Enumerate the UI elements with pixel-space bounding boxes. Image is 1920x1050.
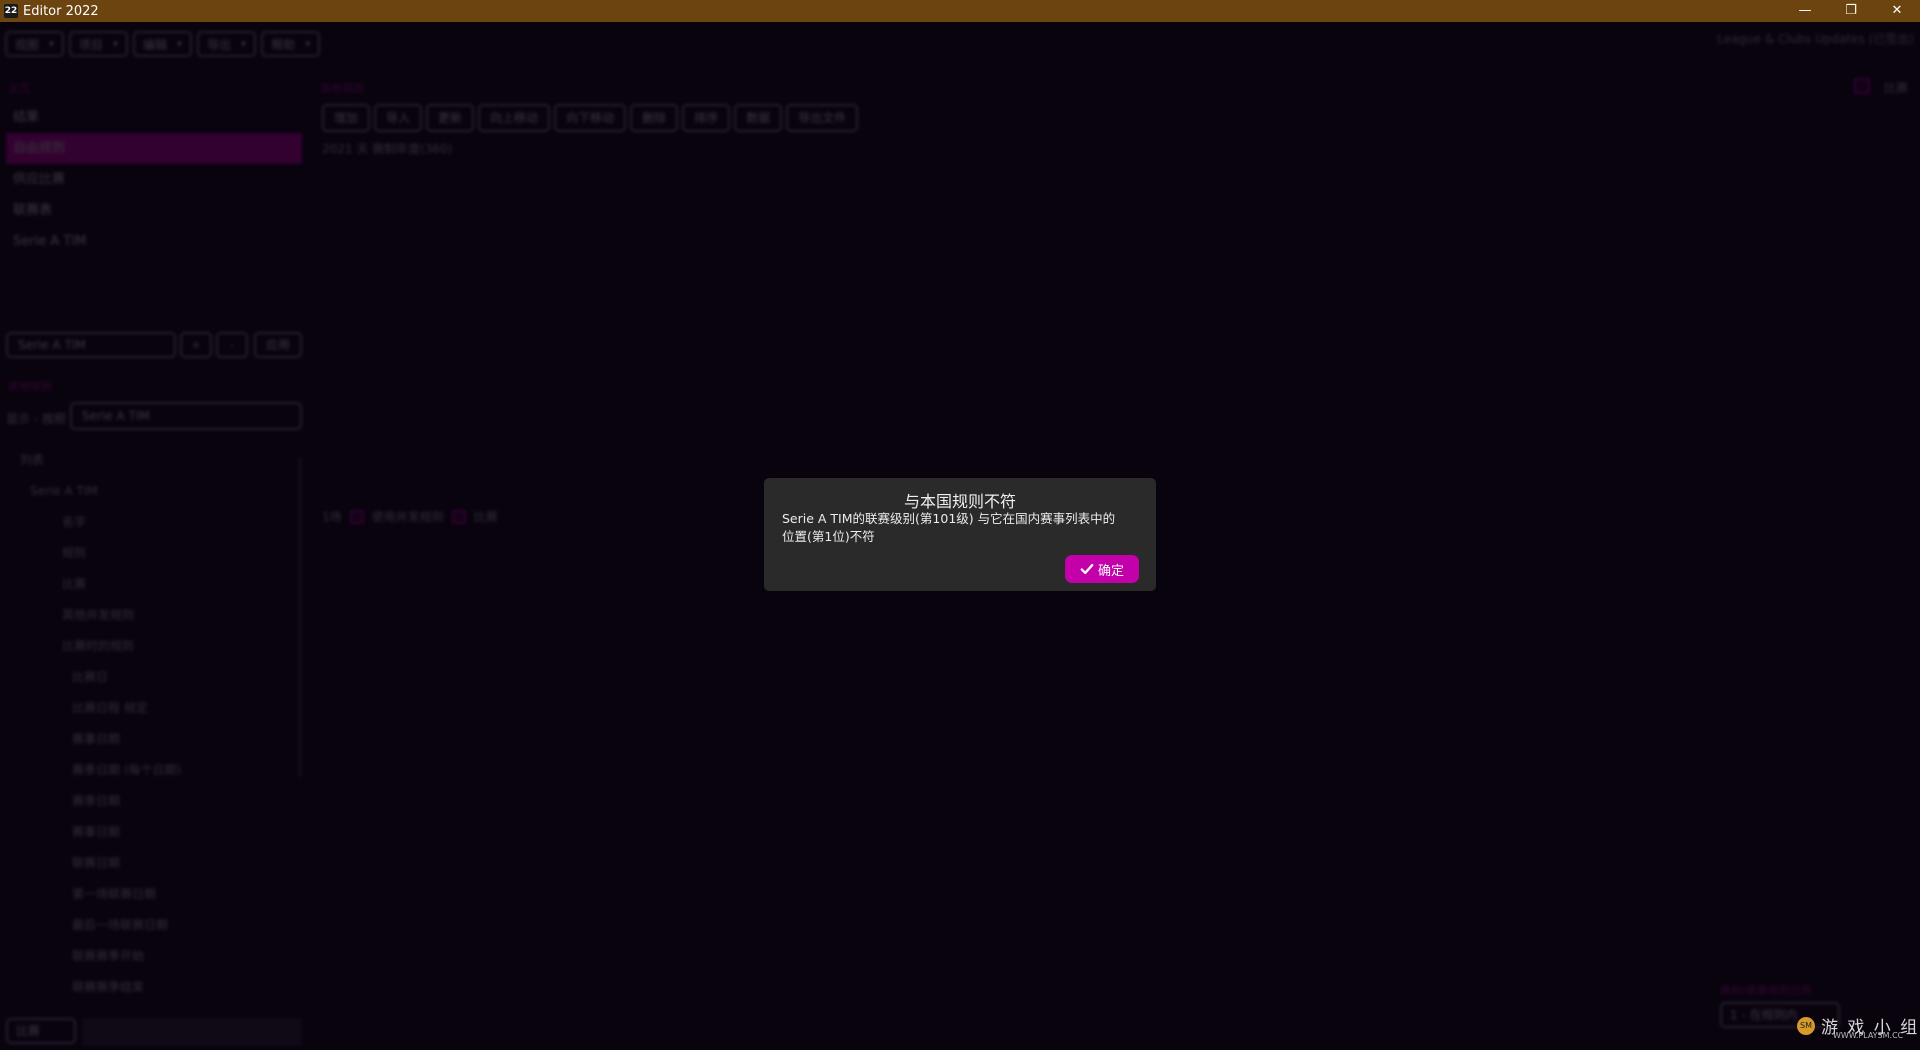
dialog-title: 与本国规则不符 — [903, 492, 1016, 511]
window-controls: — ❐ ✕ — [1782, 0, 1920, 22]
window-title: Editor 2022 — [23, 3, 99, 19]
watermark-url: WWW.PLAYSM.CC — [1833, 1031, 1904, 1040]
restore-button[interactable]: ❐ — [1828, 0, 1874, 22]
rule-mismatch-dialog: 与本国规则不符 Serie A TIM的联赛级别(第101级) 与它在国内赛事列… — [764, 478, 1156, 591]
dialog-message-line: Serie A TIM的联赛级别(第101级) 与它在国内赛事列表中的 — [782, 511, 1116, 526]
ok-button-label: 确定 — [1097, 563, 1124, 579]
checkmark-icon — [1080, 563, 1094, 575]
close-button[interactable]: ✕ — [1874, 0, 1920, 22]
dialog-message-line: 位置(第1位)不符 — [782, 529, 875, 544]
app-icon: 22 — [4, 4, 18, 18]
window-titlebar: 22 Editor 2022 — ❐ ✕ — [0, 0, 1920, 22]
minimize-button[interactable]: — — [1782, 0, 1828, 22]
dialog-message: Serie A TIM的联赛级别(第101级) 与它在国内赛事列表中的 位置(第… — [782, 510, 1122, 546]
watermark-logo-icon: SM — [1797, 1016, 1815, 1035]
ok-button[interactable]: 确定 — [1065, 555, 1139, 583]
